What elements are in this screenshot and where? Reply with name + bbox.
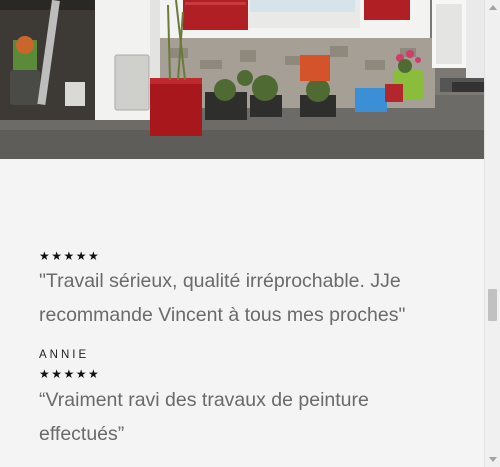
testimonial-author: ANNIE	[39, 349, 90, 361]
vertical-scrollbar[interactable]	[484, 0, 500, 467]
quote-line: recommande Vincent à tous mes proches"	[39, 304, 406, 326]
house-front-photo	[0, 0, 484, 159]
testimonial-quote: "Travail sérieux, qualité irréprochable.…	[39, 264, 469, 332]
quote-line: effectués”	[39, 423, 125, 445]
scroll-up-arrow-icon[interactable]	[489, 5, 497, 10]
rating-stars: ★★★★★	[39, 367, 101, 381]
testimonial-quote: “Vraiment ravi des travaux de peinture e…	[39, 383, 469, 451]
scrollbar-thumb[interactable]	[488, 289, 497, 321]
scroll-down-arrow-icon[interactable]	[489, 457, 497, 462]
rating-stars: ★★★★★	[39, 249, 101, 263]
quote-line: “Vraiment ravi des travaux de peinture	[39, 389, 369, 411]
page-content: ★★★★★ "Travail sérieux, qualité irréproc…	[0, 0, 484, 467]
quote-line: "Travail sérieux, qualité irréprochable.…	[39, 270, 401, 292]
